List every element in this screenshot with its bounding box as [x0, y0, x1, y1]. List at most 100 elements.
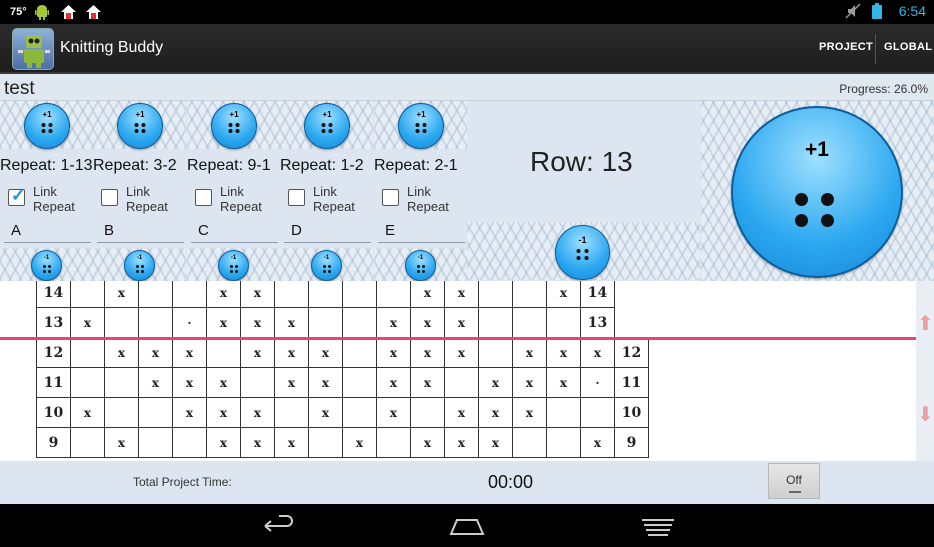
link-repeat-checkbox[interactable] — [288, 189, 305, 206]
current-row-indicator[interactable] — [0, 337, 916, 340]
pattern-chart[interactable]: 14 x x x x x x 14 13 x · x x x x x x 13 12 x x x x x x x x x x x x 12 11… — [0, 281, 916, 461]
chart-cell: x — [580, 337, 615, 368]
counter-minus-button[interactable]: -1 — [218, 250, 249, 281]
progress-text: Progress: 26.0% — [839, 82, 928, 96]
chart-cell: x — [512, 337, 547, 368]
chart-cell: x — [104, 337, 139, 368]
chart-cell: x — [478, 367, 513, 398]
chart-row: 13 x · x x x x x x 13 — [36, 307, 649, 338]
row-minus-button[interactable]: -1 — [555, 225, 610, 280]
app-logo-icon[interactable] — [12, 28, 54, 70]
row-plus-button[interactable]: +1 — [731, 106, 903, 278]
link-repeat-checkbox[interactable] — [382, 189, 399, 206]
chart-cell — [138, 397, 173, 428]
button-holes-icon — [134, 123, 146, 133]
row-count-label: Row: 13 — [530, 146, 633, 177]
global-button[interactable]: GLOBAL — [884, 41, 932, 53]
counter-minus-button[interactable]: -1 — [311, 250, 342, 281]
navigation-bar — [0, 504, 934, 547]
counter-name-field[interactable]: E — [378, 221, 465, 243]
chart-cell: x — [172, 367, 207, 398]
chart-cell — [410, 397, 445, 428]
chart-cell: x — [104, 281, 139, 308]
counter-plus-button[interactable]: +1 — [304, 103, 350, 149]
counter-name-field[interactable]: C — [191, 221, 278, 243]
counter-plus-button[interactable]: +1 — [211, 103, 257, 149]
chart-cell: x — [580, 427, 615, 458]
chart-cell: x — [444, 397, 479, 428]
chart-cell: x — [444, 281, 479, 308]
chart-cell: x — [240, 307, 275, 338]
counter-plus-tile: +1 — [187, 101, 280, 149]
total-time-label: Total Project Time: — [133, 475, 232, 489]
chart-cell: x — [376, 337, 411, 368]
button-holes-icon — [42, 265, 51, 273]
chart-cell: x — [274, 337, 309, 368]
chart-cell: x — [444, 427, 479, 458]
scroll-down-icon[interactable]: ⬇ — [917, 405, 934, 425]
counter-plus-button[interactable]: +1 — [24, 103, 70, 149]
menu-icon[interactable] — [638, 512, 678, 540]
counter-b: +1 Repeat: 3-2 Link Repeat B -1 — [93, 101, 186, 281]
chart-cell — [308, 281, 343, 308]
counter-plus-tile: +1 — [0, 101, 93, 149]
link-repeat-checkbox[interactable] — [195, 189, 212, 206]
project-button[interactable]: PROJECT — [819, 41, 873, 53]
chart-cell — [138, 307, 173, 338]
counter-minus-label: -1 — [43, 255, 50, 261]
chart-cell: x — [70, 397, 105, 428]
temperature-text: 75° — [10, 6, 27, 18]
chart-cell: x — [240, 397, 275, 428]
checkmark-icon: ✓ — [11, 186, 26, 205]
link-repeat-label: Link Repeat — [407, 184, 449, 214]
button-holes-icon — [321, 123, 333, 133]
counter-plus-tile: +1 — [280, 101, 373, 149]
row-minus-tile: -1 — [467, 222, 700, 280]
chart-cell: x — [274, 367, 309, 398]
chart-row: 12 x x x x x x x x x x x x 12 — [36, 337, 649, 368]
action-bar-divider — [875, 34, 876, 64]
counter-plus-label: +1 — [229, 110, 239, 119]
counter-minus-button[interactable]: -1 — [124, 250, 155, 281]
counter-minus-button[interactable]: -1 — [31, 250, 62, 281]
timer-toggle-button[interactable]: Off — [768, 463, 820, 499]
chart-cell: x — [206, 281, 241, 308]
chart-cell: x — [206, 367, 241, 398]
chart-cell: x — [206, 427, 241, 458]
chart-cell — [172, 281, 207, 308]
chart-cell — [546, 307, 581, 338]
chart-cell: x — [546, 367, 581, 398]
chart-cell: · — [580, 367, 615, 398]
counter-plus-tile: +1 — [93, 101, 186, 149]
counter-plus-button[interactable]: +1 — [117, 103, 163, 149]
chart-cell — [104, 367, 139, 398]
chart-row-number: 9 — [36, 427, 71, 458]
counter-name-field[interactable]: B — [97, 221, 184, 243]
chart-cell: x — [444, 307, 479, 338]
chart-cell — [70, 367, 105, 398]
scroll-up-icon[interactable]: ⬆ — [917, 314, 934, 334]
counter-name-field[interactable]: D — [284, 221, 371, 243]
repeat-label: Repeat: 1-13 — [0, 157, 93, 174]
back-icon[interactable] — [257, 512, 297, 540]
home-nav-icon[interactable] — [447, 512, 487, 540]
link-repeat-checkbox[interactable]: ✓ — [8, 186, 26, 206]
counter-minus-button[interactable]: -1 — [405, 250, 436, 281]
chart-cell — [478, 337, 513, 368]
chart-cell: x — [410, 337, 445, 368]
chart-cell — [512, 307, 547, 338]
timer-toggle-label: Off — [786, 473, 802, 487]
button-holes-icon — [576, 249, 589, 260]
chart-cell — [104, 307, 139, 338]
chart-cell: x — [206, 397, 241, 428]
android-icon — [34, 4, 52, 20]
counter-name-field[interactable]: A — [4, 221, 91, 243]
chart-cell — [104, 397, 139, 428]
counter-plus-button[interactable]: +1 — [398, 103, 444, 149]
link-repeat-checkbox[interactable] — [101, 189, 118, 206]
chart-row-number: 11 — [36, 367, 71, 398]
chart-cell — [342, 397, 377, 428]
chart-cell — [274, 397, 309, 428]
chart-cell: x — [546, 281, 581, 308]
link-repeat-label: Link Repeat — [33, 184, 75, 214]
